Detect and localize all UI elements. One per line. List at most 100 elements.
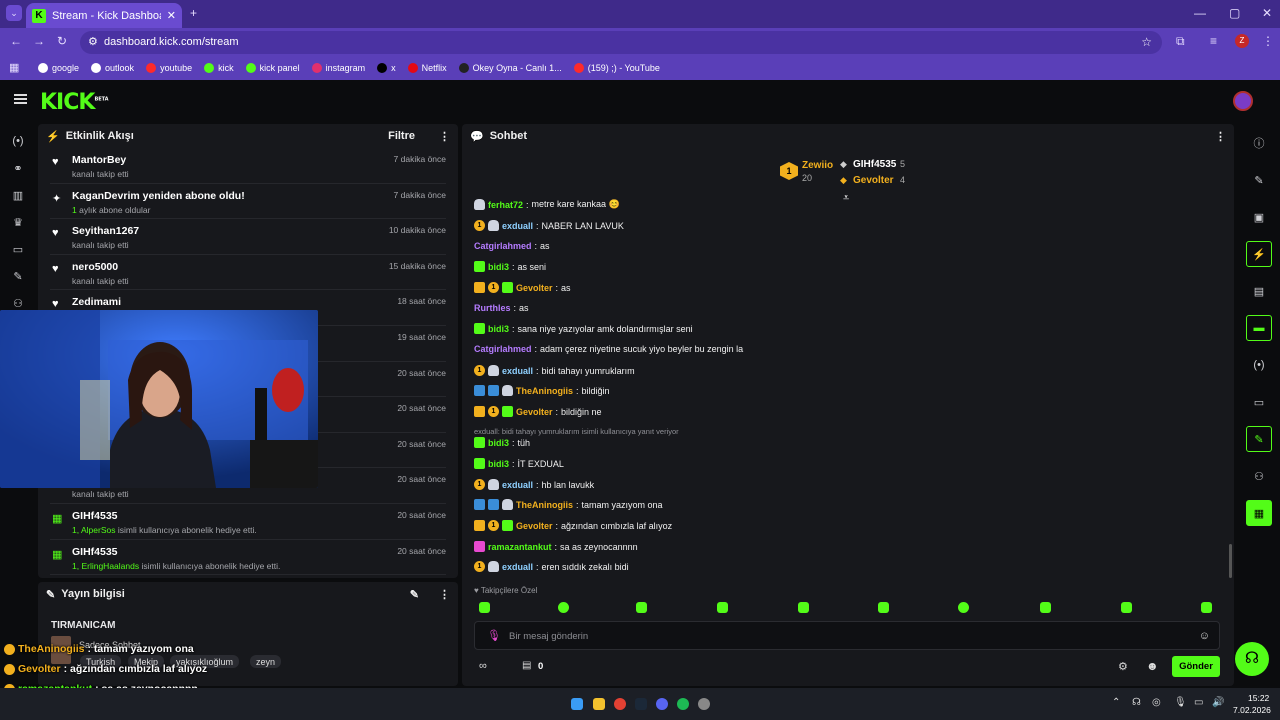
filter-button[interactable]: Filtre [388, 130, 415, 142]
chat-username[interactable]: ramazantankut [488, 542, 552, 552]
steam-tray-icon[interactable]: ◎ [1152, 697, 1161, 708]
users-icon[interactable]: ⚇ [1246, 463, 1272, 489]
chat-username[interactable]: exduall [502, 221, 533, 231]
trophy-icon[interactable]: ♛ [7, 211, 29, 233]
url-field[interactable]: ⚙ dashboard.kick.com/stream ☆ [80, 31, 1162, 54]
info-icon[interactable]: ⓘ [1246, 130, 1272, 156]
chat-username[interactable]: bidi3 [488, 324, 509, 334]
spotify-icon[interactable] [677, 698, 689, 710]
expand-leaderboard-icon[interactable]: ⩡ [843, 192, 849, 205]
screenshot-icon[interactable]: ▣ [1246, 204, 1272, 230]
bookmark-item[interactable]: instagram [311, 63, 365, 73]
emote-icon[interactable] [558, 602, 569, 613]
headset-icon[interactable]: ☊ [1132, 697, 1141, 708]
emote-picker-icon[interactable]: ☻ [1146, 659, 1159, 673]
emote-icon[interactable] [1201, 602, 1212, 613]
minimize-icon[interactable]: — [1194, 6, 1206, 20]
bookmark-star-icon[interactable]: ☆ [1141, 35, 1152, 49]
chat-settings-icon[interactable]: ⚙ [1118, 660, 1128, 673]
bookmark-item[interactable]: x [377, 63, 396, 73]
emote-icon[interactable] [878, 602, 889, 613]
user-avatar[interactable] [1233, 91, 1253, 111]
chat-username[interactable]: Rurthles [474, 303, 511, 313]
pencil-icon[interactable]: ✎ [1246, 167, 1272, 193]
info-more-icon[interactable]: ⋮ [439, 588, 450, 601]
volume-icon[interactable]: 🔊 [1212, 697, 1224, 708]
chat-username[interactable]: bidi3 [488, 438, 509, 448]
emote-icon[interactable] [636, 602, 647, 613]
store-icon[interactable]: ▤ [522, 660, 531, 671]
video-icon[interactable]: ▭ [7, 238, 29, 260]
chat-username[interactable]: exduall [502, 366, 533, 376]
send-button[interactable]: Gönder [1172, 656, 1220, 677]
clock-time[interactable]: 15:22 [1248, 693, 1269, 703]
activity-item[interactable]: ▦ GIHf4535 1, AlperSos isimli kullanıcıya … [50, 504, 446, 540]
activity-item[interactable]: ♥ Seyithan1267 kanalı takip etti 10 dakika … [50, 219, 446, 255]
maximize-icon[interactable]: ▢ [1229, 6, 1240, 20]
profile-avatar[interactable]: Z [1235, 34, 1249, 48]
chat-input[interactable]: 🎙 Bir mesaj gönderin ☺ [474, 621, 1220, 650]
browser-tab[interactable]: K Stream - Kick Dashboard ✕ [26, 3, 182, 28]
emote-icon[interactable] [1040, 602, 1051, 613]
browser-menu-icon[interactable]: ⋮ [1262, 34, 1274, 48]
discord-icon[interactable] [656, 698, 668, 710]
activity-item[interactable]: ✦ KaganDevrim yeniden abone oldu! 1 aylık … [50, 184, 446, 220]
wrench-icon[interactable]: ✎ [1246, 426, 1272, 452]
bookmark-item[interactable]: outlook [91, 63, 134, 73]
reload-icon[interactable]: ↻ [57, 34, 67, 48]
chat-username[interactable]: exduall [502, 562, 533, 572]
activity-more-icon[interactable]: ⋮ [439, 130, 450, 143]
link-icon[interactable]: ⚭ [7, 157, 29, 179]
start-icon[interactable] [571, 698, 583, 710]
network-icon[interactable]: ▭ [1194, 697, 1203, 708]
bookmark-item[interactable]: Okey Oyna - Canlı 1... [458, 63, 562, 73]
bookmark-item[interactable]: youtube [146, 63, 192, 73]
emote-icon[interactable] [717, 602, 728, 613]
emote-icon[interactable] [479, 602, 490, 613]
leader-name[interactable]: Zewiio [802, 160, 833, 171]
chat-username[interactable]: ferhat72 [488, 200, 523, 210]
bookmark-item[interactable]: kick panel [245, 63, 300, 73]
chrome-icon[interactable] [614, 698, 626, 710]
chat-username[interactable]: bidi3 [488, 262, 509, 272]
tab-search-icon[interactable]: ⌄ [6, 5, 22, 21]
broadcast-icon[interactable]: (•) [1246, 352, 1272, 378]
bookmark-item[interactable]: Netflix [407, 63, 447, 73]
activity-item[interactable]: ♥ nero5000 kanalı takip etti 15 dakika önce [50, 255, 446, 291]
analytics-icon[interactable]: ▥ [7, 184, 29, 206]
activity-item[interactable]: ♥ MantorBey kanalı takip etti 7 dakika önce [50, 148, 446, 184]
support-icon[interactable]: ☊ [1235, 642, 1269, 676]
mic-tray-icon[interactable]: 🎙 [1174, 697, 1187, 708]
media-icon[interactable]: ≡ [1210, 34, 1217, 48]
tray-chevron-icon[interactable]: ⌃ [1112, 697, 1120, 708]
bookmark-item[interactable]: google [38, 63, 79, 73]
back-icon[interactable]: ← [10, 34, 22, 48]
chat-username[interactable]: Gevolter [516, 283, 553, 293]
mic-icon[interactable]: 🎙 [487, 629, 501, 642]
site-info-icon[interactable]: ⚙ [88, 35, 98, 48]
menu-icon[interactable] [14, 94, 27, 104]
chat-username[interactable]: Catgirlahmed [474, 241, 532, 251]
clock-date[interactable]: 7.02.2026 [1233, 705, 1271, 715]
chat-scrollbar[interactable] [1229, 544, 1232, 578]
close-tab-icon[interactable]: ✕ [167, 9, 176, 22]
emote-icon[interactable] [958, 602, 969, 613]
stream-tag[interactable]: zeyn [250, 655, 282, 668]
chat-username[interactable]: bidi3 [488, 459, 509, 469]
emoji-icon[interactable]: ☺ [1199, 630, 1210, 642]
new-tab-icon[interactable]: + [190, 6, 197, 20]
activity-item[interactable]: ▦ GIHf4535 1, ErlingHaalands isimli kullan… [50, 540, 446, 576]
chat-username[interactable]: TheAninogiis [516, 500, 573, 510]
emote-icon[interactable] [1121, 602, 1132, 613]
notes-icon[interactable]: ▤ [1246, 278, 1272, 304]
bookmark-item[interactable]: kick [204, 63, 234, 73]
close-window-icon[interactable]: ✕ [1262, 6, 1272, 20]
app-icon[interactable] [698, 698, 710, 710]
leader-2-name[interactable]: GIHf4535 [853, 159, 896, 170]
chat-username[interactable]: Catgirlahmed [474, 344, 532, 354]
leader-3-name[interactable]: Gevolter [853, 175, 894, 186]
extensions-icon[interactable]: ⧉ [1176, 34, 1185, 49]
broadcast-icon[interactable]: (•) [7, 130, 29, 152]
kick-logo[interactable]: KICKBETA [40, 90, 109, 115]
lightning-icon[interactable]: ⚡ [1246, 241, 1272, 267]
